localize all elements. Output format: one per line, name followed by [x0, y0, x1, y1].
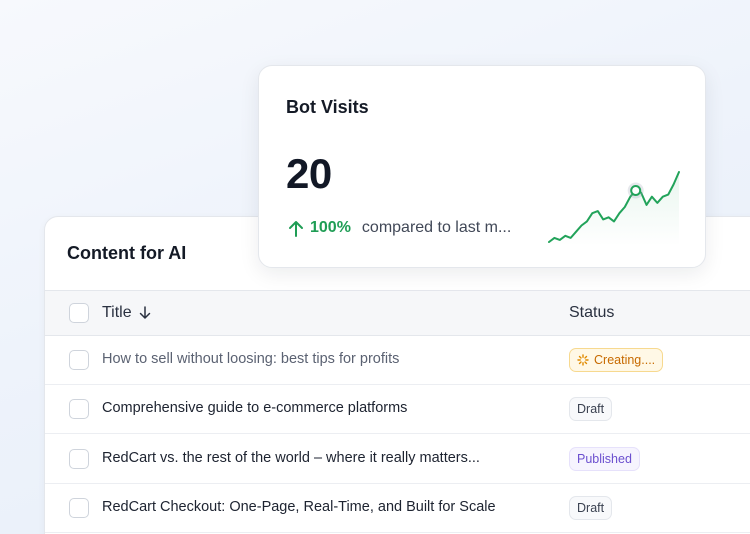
bot-visits-sparkline — [548, 171, 680, 246]
column-header-title[interactable]: Title — [102, 304, 151, 322]
trend-percentage: 100% — [310, 219, 351, 236]
column-header-title-label: Title — [102, 304, 132, 321]
row-checkbox[interactable] — [69, 498, 89, 518]
table-row[interactable]: Comprehensive guide to e-commerce platfo… — [45, 385, 750, 434]
select-all-checkbox[interactable] — [69, 303, 89, 323]
row-checkbox[interactable] — [69, 350, 89, 370]
row-title[interactable]: Comprehensive guide to e-commerce platfo… — [102, 400, 407, 416]
status-badge-creating: Creating.... — [569, 348, 664, 372]
status-badge-draft: Draft — [569, 496, 613, 520]
table-header-row: Title Status — [45, 290, 750, 336]
table-row[interactable]: How to sell without loosing: best tips f… — [45, 336, 750, 385]
row-checkbox[interactable] — [69, 449, 89, 469]
table-row[interactable]: RedCart vs. the rest of the world – wher… — [45, 435, 750, 484]
trend-comparison-text: compared to last m... — [361, 219, 512, 236]
row-title[interactable]: RedCart Checkout: One-Page, Real-Time, a… — [102, 499, 496, 515]
status-badge-label: Creating.... — [594, 353, 656, 367]
trend-indicator: 100% compared to last m... — [288, 219, 511, 237]
sparkline-area — [549, 172, 679, 246]
bot-visits-card: Bot Visits 20 100% compared to last m... — [258, 65, 706, 268]
column-header-status[interactable]: Status — [569, 304, 614, 322]
status-badge-draft: Draft — [569, 397, 613, 421]
row-title[interactable]: How to sell without loosing: best tips f… — [102, 351, 399, 367]
arrow-down-icon — [139, 306, 150, 319]
table-row[interactable]: RedCart Checkout: One-Page, Real-Time, a… — [45, 484, 750, 533]
row-checkbox[interactable] — [69, 399, 89, 419]
sparkline-highlight-point[interactable] — [630, 185, 642, 196]
status-badge-label: Draft — [577, 501, 605, 515]
table-title: Content for AI — [67, 243, 187, 263]
status-badge-label: Published — [577, 452, 632, 466]
status-badge-published: Published — [569, 447, 640, 471]
row-title[interactable]: RedCart vs. the rest of the world – wher… — [102, 450, 480, 466]
status-badge-label: Draft — [577, 402, 605, 416]
arrow-up-icon — [289, 220, 303, 237]
bot-visits-value: 20 — [286, 150, 332, 197]
spinner-icon — [577, 354, 589, 366]
bot-visits-title: Bot Visits — [286, 97, 369, 117]
